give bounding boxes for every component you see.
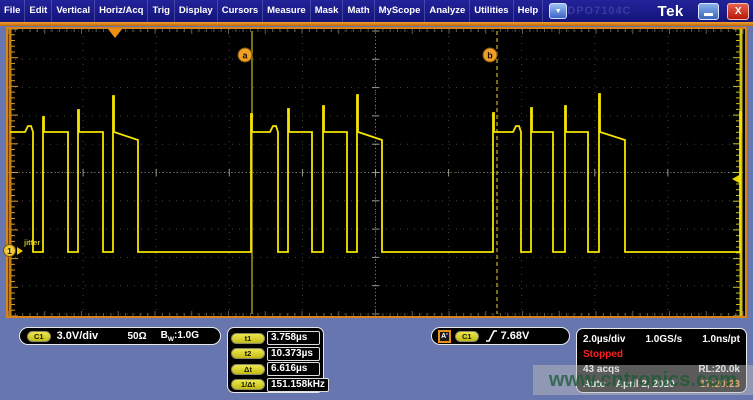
cursor-badge: Δt [231, 364, 265, 375]
trigger-system-icon: A' [438, 330, 451, 343]
timebase-value: 2.0µs/div [583, 334, 625, 345]
trigger-level-value: 7.68V [501, 330, 530, 342]
cursor-a-label: a [238, 48, 252, 62]
watermark: www.cntronics.com [533, 365, 753, 395]
menu-item-cursors[interactable]: Cursors [218, 0, 263, 22]
trigger-source-badge: C1 [455, 331, 479, 342]
menu-item-utilities[interactable]: Utilities [470, 0, 513, 22]
trigger-position-marker[interactable] [108, 29, 122, 38]
cursor-badge: 1/Δt [231, 379, 265, 390]
cursor-row: t13.758µs [231, 331, 320, 346]
menu-item-help[interactable]: Help [514, 0, 544, 22]
menu-item-horiz-acq[interactable]: Horiz/Acq [95, 0, 148, 22]
cursor-value: 6.616µs [267, 362, 320, 376]
jitter-annotation: jitter [23, 238, 40, 247]
channel-badge: C1 [27, 331, 51, 342]
menu-item-analyze[interactable]: Analyze [425, 0, 470, 22]
menu-item-measure[interactable]: Measure [263, 0, 311, 22]
trigger-readout[interactable]: A' C1 7.68V [431, 327, 570, 345]
resolution-value: 1.0ns/pt [702, 334, 740, 345]
menu-item-edit[interactable]: Edit [25, 0, 52, 22]
cursor-badge: t1 [231, 333, 265, 344]
status-line: Stopped [583, 347, 740, 362]
channel-1-reference-marker[interactable]: 1 [3, 244, 23, 257]
menu-dropdown-button[interactable]: ▼ [549, 3, 567, 19]
close-button[interactable]: X [727, 3, 749, 20]
menu-item-display[interactable]: Display [175, 0, 218, 22]
menu-item-math[interactable]: Math [343, 0, 374, 22]
model-label: DPO7104C [567, 5, 631, 17]
channel-scale: 3.0V/div [57, 330, 99, 342]
acquisition-status: Stopped [583, 349, 623, 360]
channel-impedance: 50Ω [127, 331, 146, 342]
channel-arrow-icon [17, 247, 23, 255]
cursor-value: 10.373µs [267, 347, 320, 361]
cursor-readout: t13.758µst210.373µsΔt6.616µs1/Δt151.158k… [227, 327, 324, 393]
waveform-display: a b jitter 1 [6, 27, 747, 318]
accent-divider [0, 22, 753, 26]
cursor-value: 151.158kHz [267, 378, 329, 392]
menu-item-vertical[interactable]: Vertical [52, 0, 95, 22]
oscilloscope-window: FileEditVerticalHoriz/AcqTrigDisplayCurs… [0, 0, 753, 400]
cursor-badge: t2 [231, 348, 265, 359]
channel-bandwidth: BW:1.0G [161, 330, 199, 343]
channel-1-badge: 1 [3, 244, 16, 257]
menu-item-file[interactable]: File [0, 0, 25, 22]
cursor-value: 3.758µs [267, 331, 320, 345]
timebase-line: 2.0µs/div 1.0GS/s 1.0ns/pt [583, 332, 740, 347]
menu-item-trig[interactable]: Trig [148, 0, 174, 22]
tek-logo: Tek [658, 3, 684, 20]
menu-item-mask[interactable]: Mask [311, 0, 344, 22]
channel-readout[interactable]: C1 3.0V/div 50Ω BW:1.0G [19, 327, 221, 345]
cursor-row: t210.373µs [231, 346, 320, 361]
cursor-b-label: b [483, 48, 497, 62]
rising-edge-icon [485, 329, 498, 343]
menu-items: FileEditVerticalHoriz/AcqTrigDisplayCurs… [0, 0, 543, 22]
scope-graticule: a b jitter [8, 29, 745, 316]
cursor-row: Δt6.616µs [231, 362, 320, 377]
minimize-button[interactable] [698, 3, 720, 20]
cursor-row: 1/Δt151.158kHz [231, 377, 320, 392]
menu-bar: FileEditVerticalHoriz/AcqTrigDisplayCurs… [0, 0, 753, 22]
sample-rate-value: 1.0GS/s [645, 334, 682, 345]
svg-text:b: b [487, 51, 493, 61]
menu-item-myscope[interactable]: MyScope [375, 0, 426, 22]
